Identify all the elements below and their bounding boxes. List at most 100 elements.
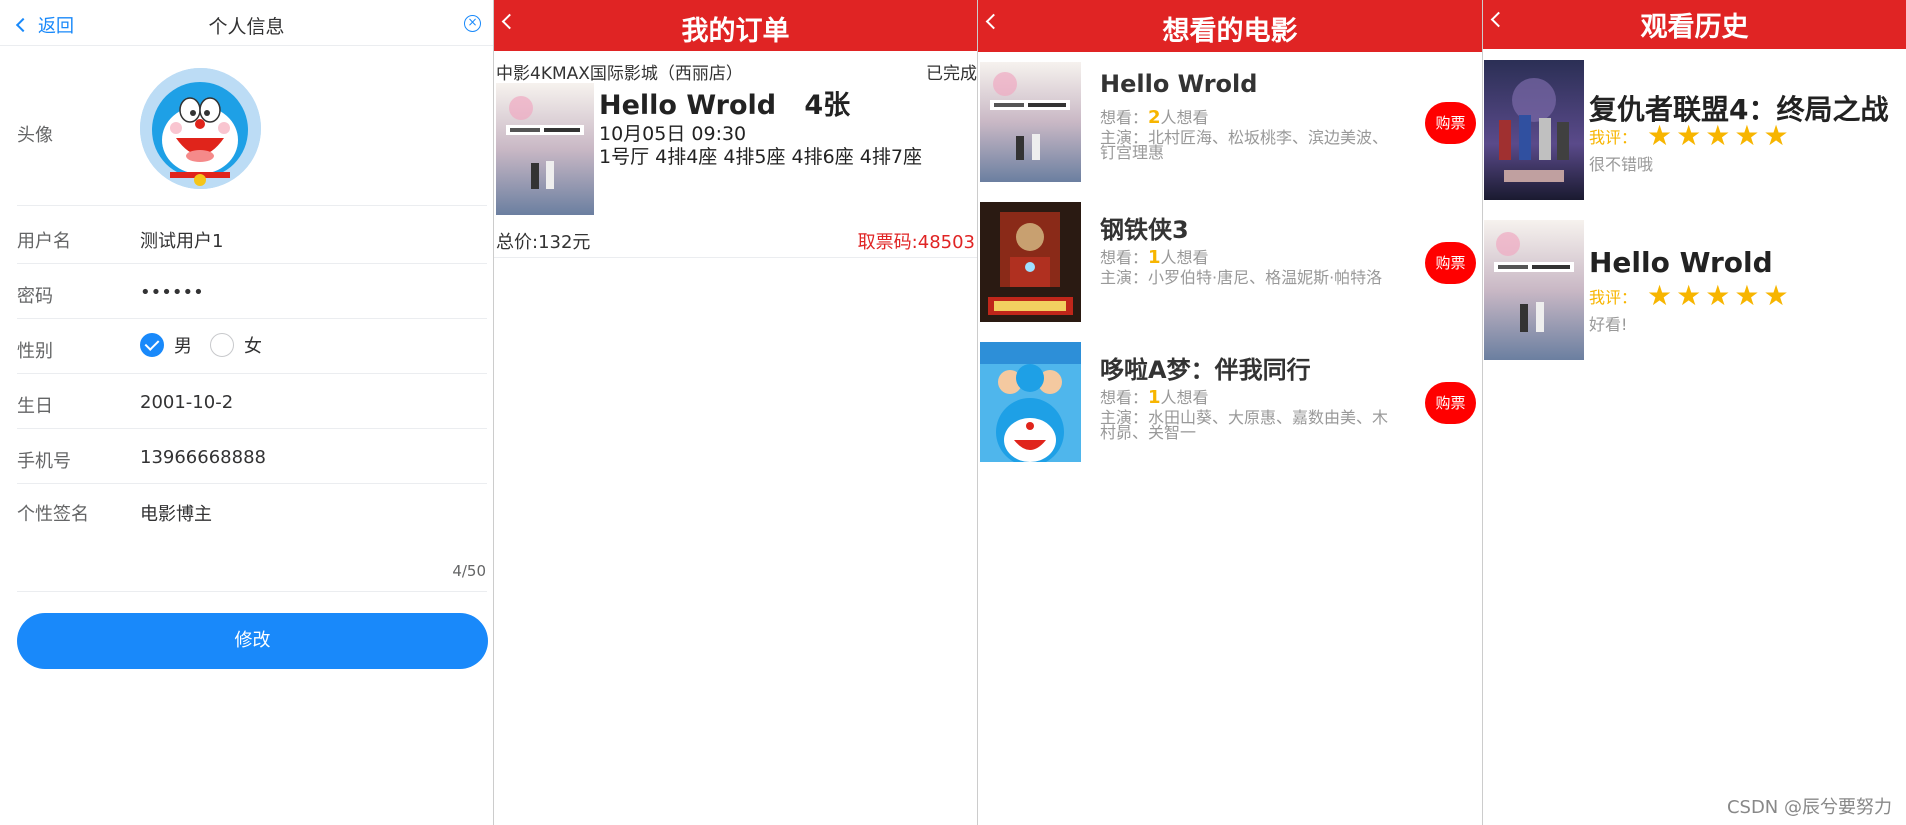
signature-row[interactable]: 个性签名 电影博主 [17,485,487,592]
buy-ticket-button[interactable]: 购票 [1425,382,1476,424]
page-title: 个人信息 [208,16,285,38]
gender-male-radio[interactable]: 男 [140,332,192,358]
want-count: 想看：2人想看 [1100,104,1209,128]
order-movie-name: Hello Wrold [599,90,777,121]
phone-field[interactable]: 13966668888 [140,447,266,468]
want-prefix: 想看： [1100,108,1149,127]
gender-male-label: 男 [174,336,192,357]
username-row[interactable]: 用户名 测试用户1 [17,210,487,264]
wishlist-header: 想看的电影 [978,0,1482,52]
username-label: 用户名 [17,231,71,252]
movie-title: Hello Wrold [1100,70,1258,98]
unchecked-radio-icon [210,333,234,357]
star-icon: ★ [1734,279,1760,312]
want-suffix: 人想看 [1160,248,1209,267]
movie-title: Hello Wrold [1589,246,1773,279]
order-status: 已完成 [926,64,977,84]
checked-radio-icon [140,333,164,357]
star-icon: ★ [1705,279,1731,312]
birthday-field[interactable]: 2001-10-2 [140,392,233,413]
phone-row[interactable]: 手机号 13966668888 [17,430,487,484]
order-cinema: 中影4KMAX国际影城（西丽店） [496,64,743,84]
want-count: 想看：1人想看 [1100,244,1209,268]
order-pickup-code: 取票码:48503 [857,232,975,253]
movie-poster-image [980,62,1081,182]
signature-word-count: 4/50 [452,562,486,580]
star-icon: ★ [1676,119,1702,152]
star-icon: ★ [1763,119,1789,152]
phone-label: 手机号 [17,451,71,472]
history-panel: 观看历史 复仇者联盟4：终局之战 我评： ★ ★ ★ ★ ★ 很不错哦 Hell… [1482,0,1906,825]
watermark: CSDN @辰兮要努力 [1726,797,1892,818]
buy-ticket-button[interactable]: 购票 [1425,102,1476,144]
orders-title: 我的订单 [681,16,790,47]
star-rating: ★ ★ ★ ★ ★ [1647,119,1793,152]
movie-actors: 主演：北村匠海、松坂桃李、滨边美波、钉宫理惠 [1100,128,1389,162]
rating-label: 我评： [1589,288,1638,307]
gender-female-radio[interactable]: 女 [210,332,262,358]
rating-label: 我评： [1589,128,1638,147]
movie-title: 哆啦A梦：伴我同行 [1100,356,1311,384]
avatar-label: 头像 [17,125,53,146]
movie-poster-image [496,83,594,215]
gender-label: 性别 [17,341,53,362]
list-item[interactable]: Hello Wrold 我评： ★ ★ ★ ★ ★ 好看! [1484,220,1906,360]
password-label: 密码 [17,286,53,307]
birthday-row[interactable]: 生日 2001-10-2 [17,375,487,429]
signature-textarea[interactable]: 电影博主 [140,500,212,526]
movie-poster-image [980,202,1081,322]
signature-label: 个性签名 [17,504,89,525]
profile-panel: 返回 个人信息 × 头像 用户名 测试用户1 密码 •••••• 性别 男 女 … [0,0,493,825]
profile-nav-bar: 返回 个人信息 × [0,0,493,46]
wishlist-title: 想看的电影 [1162,16,1298,47]
want-suffix: 人想看 [1160,388,1209,407]
password-field[interactable]: •••••• [140,282,204,303]
birthday-label: 生日 [17,396,53,417]
want-suffix: 人想看 [1160,108,1209,127]
my-rating: 我评： ★ ★ ★ ★ ★ [1589,119,1793,152]
avatar[interactable] [140,68,261,189]
wishlist-panel: 想看的电影 Hello Wrold 想看：2人想看 主演：北村匠海、松坂桃李、滨… [977,0,1482,825]
star-icon: ★ [1763,279,1789,312]
star-rating: ★ ★ ★ ★ ★ [1647,279,1793,312]
history-header: 观看历史 [1483,0,1906,49]
doraemon-avatar-image [140,68,261,189]
close-circle-icon[interactable]: × [464,15,481,32]
divider [494,257,977,258]
order-total: 总价:132元 [496,232,591,253]
want-prefix: 想看： [1100,388,1149,407]
gender-female-label: 女 [244,336,262,357]
gender-row: 性别 男 女 [17,320,487,374]
movie-actors: 主演：小罗伯特·唐尼、格温妮斯·帕特洛 [1100,268,1383,287]
want-prefix: 想看： [1100,248,1149,267]
want-count: 想看：1人想看 [1100,384,1209,408]
buy-ticket-button[interactable]: 购票 [1425,242,1476,284]
list-item[interactable]: Hello Wrold 想看：2人想看 主演：北村匠海、松坂桃李、滨边美波、钉宫… [980,62,1482,187]
star-icon: ★ [1647,119,1673,152]
my-rating: 我评： ★ ★ ★ ★ ★ [1589,279,1793,312]
star-icon: ★ [1734,119,1760,152]
order-movie-title: Hello Wrold 4张 [599,83,850,122]
movie-title: 钢铁侠3 [1100,216,1189,244]
order-seats: 1号厅 4排4座 4排5座 4排6座 4排7座 [599,146,922,168]
order-ticket-count: 4张 [804,90,851,121]
want-number: 1 [1148,387,1161,408]
want-number: 1 [1148,247,1161,268]
star-icon: ★ [1705,119,1731,152]
movie-comment: 好看! [1589,315,1628,334]
list-item[interactable]: 复仇者联盟4：终局之战 我评： ★ ★ ★ ★ ★ 很不错哦 [1484,60,1906,200]
list-item[interactable]: 哆啦A梦：伴我同行 想看：1人想看 主演：水田山葵、大原惠、嘉数由美、木村昴、关… [980,342,1482,467]
list-item[interactable]: 钢铁侠3 想看：1人想看 主演：小罗伯特·唐尼、格温妮斯·帕特洛 购票 [980,202,1482,327]
movie-comment: 很不错哦 [1589,155,1654,174]
orders-panel: 我的订单 中影4KMAX国际影城（西丽店） 已完成 Hello Wrold 4张… [493,0,977,825]
password-row[interactable]: 密码 •••••• [17,265,487,319]
gender-radio-group: 男 女 [140,332,280,358]
username-field[interactable]: 测试用户1 [140,227,223,253]
history-title: 观看历史 [1640,12,1749,43]
orders-header: 我的订单 [494,0,977,51]
want-number: 2 [1148,107,1161,128]
movie-poster-image [980,342,1081,462]
movie-poster-image [1484,220,1584,360]
movie-actors: 主演：水田山葵、大原惠、嘉数由美、木村昴、关智一 [1100,408,1389,442]
modify-button[interactable]: 修改 [17,613,488,669]
